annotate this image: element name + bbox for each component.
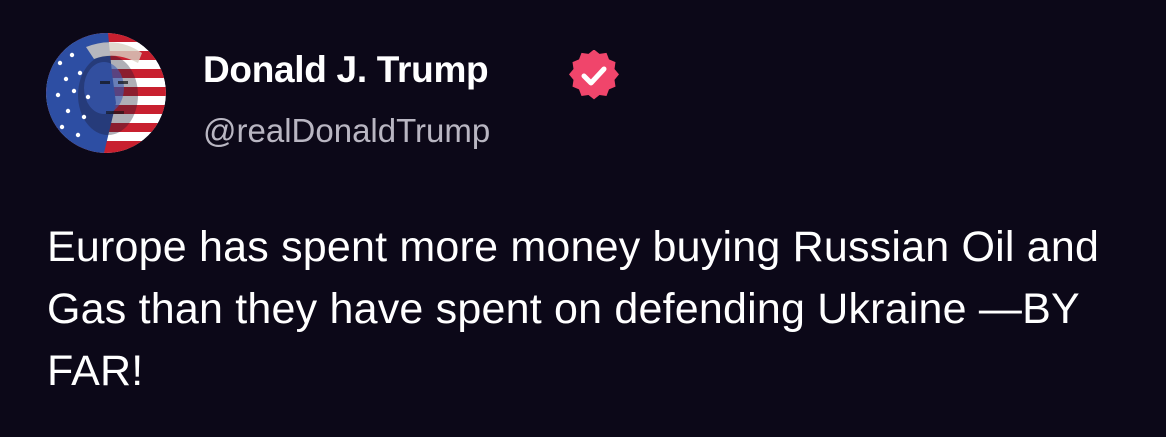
author-display-name[interactable]: Donald J. Trump — [203, 48, 489, 92]
verified-badge-icon — [569, 50, 619, 100]
author-handle[interactable]: @realDonaldTrump — [203, 111, 490, 151]
avatar[interactable] — [46, 33, 166, 153]
post-body-text: Europe has spent more money buying Russi… — [47, 223, 1100, 395]
post-card: Donald J. Trump @realDonaldTrump Europe … — [0, 0, 1166, 437]
avatar-flag-portrait-icon — [46, 33, 166, 153]
